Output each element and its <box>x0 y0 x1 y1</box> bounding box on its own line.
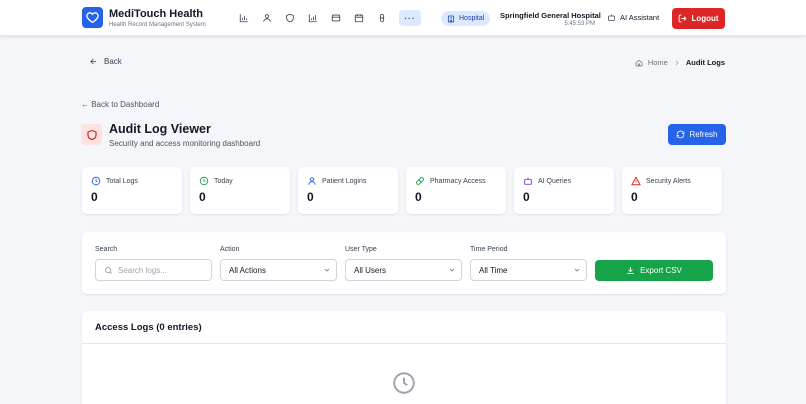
back-button[interactable]: Back <box>89 57 122 66</box>
stat-value: 0 <box>415 190 422 204</box>
chevron-down-icon <box>574 268 580 272</box>
stat-label: AI Queries <box>538 177 572 185</box>
logout-label: Logout <box>691 14 719 23</box>
stats-row: Total Logs 0 Today 0 Patient Logins 0 Ph… <box>82 167 722 214</box>
stat-card-patient-logins: Patient Logins 0 <box>298 167 398 214</box>
stat-label: Total Logs <box>106 177 138 185</box>
back-label: Back <box>104 57 122 66</box>
stat-card-today: Today 0 <box>190 167 290 214</box>
ai-assistant-button[interactable]: AI Assistant <box>607 13 659 22</box>
time-period-select[interactable]: All Time <box>470 259 587 281</box>
home-icon <box>635 59 643 66</box>
chevron-down-icon <box>449 268 455 272</box>
search-label: Search <box>95 246 118 253</box>
stat-card-total-logs: Total Logs 0 <box>82 167 182 214</box>
stat-value: 0 <box>523 190 530 204</box>
search-input[interactable]: Search logs... <box>95 259 212 281</box>
clock-icon <box>91 176 101 186</box>
action-label: Action <box>220 246 240 253</box>
divider <box>82 343 726 344</box>
warning-icon <box>631 176 641 186</box>
nav-icon-group: ··· <box>236 10 421 26</box>
page-subtitle: Security and access monitoring dashboard <box>109 139 261 148</box>
search-placeholder: Search logs... <box>118 265 167 275</box>
calendar-icon[interactable] <box>351 10 367 26</box>
bar-chart-icon[interactable] <box>236 10 252 26</box>
arrow-left-icon <box>90 58 97 65</box>
action-value: All Actions <box>229 265 266 275</box>
user-type-select[interactable]: All Users <box>345 259 462 281</box>
refresh-button[interactable]: Refresh <box>668 124 726 145</box>
clock-icon <box>393 372 415 394</box>
bot-icon <box>524 177 532 185</box>
hospital-badge: Hospital <box>441 11 491 26</box>
stat-value: 0 <box>631 190 638 204</box>
app-subtitle: Health Record Management System <box>109 22 206 28</box>
hospital-name: Springfield General Hospital <box>500 11 601 20</box>
time-period-value: All Time <box>479 265 508 275</box>
chevron-right-icon <box>675 60 679 65</box>
breadcrumb: Home Audit Logs <box>635 58 725 67</box>
breadcrumb-home[interactable]: Home <box>648 58 668 67</box>
more-nav-button[interactable]: ··· <box>399 10 421 26</box>
current-time: 5:45:53 PM <box>564 21 595 27</box>
stat-card-pharmacy-access: Pharmacy Access 0 <box>406 167 506 214</box>
back-to-dashboard-link[interactable]: ← Back to Dashboard <box>81 100 159 109</box>
credit-card-icon[interactable] <box>328 10 344 26</box>
user-icon[interactable] <box>259 10 275 26</box>
stat-card-ai-queries: AI Queries 0 <box>514 167 614 214</box>
access-logs-title: Access Logs (0 entries) <box>95 322 202 333</box>
stat-value: 0 <box>199 190 206 204</box>
top-nav-bar: MediTouch Health Health Record Managemen… <box>0 0 806 36</box>
bot-icon <box>608 14 615 21</box>
stat-label: Patient Logins <box>322 177 367 185</box>
user-type-value: All Users <box>354 265 387 275</box>
breadcrumb-current: Audit Logs <box>685 58 725 67</box>
bar-chart-icon[interactable] <box>305 10 321 26</box>
shield-icon[interactable] <box>282 10 298 26</box>
clock-icon <box>199 176 209 186</box>
access-logs-panel: Access Logs (0 entries) <box>82 311 726 404</box>
stat-card-security-alerts: Security Alerts 0 <box>622 167 722 214</box>
hospital-badge-label: Hospital <box>459 15 485 22</box>
filter-panel: Search Search logs... Action All Actions… <box>82 232 726 294</box>
refresh-icon <box>677 130 685 139</box>
page-title: Audit Log Viewer <box>109 122 211 136</box>
download-icon <box>627 267 634 274</box>
user-icon <box>308 177 316 185</box>
chevron-down-icon <box>324 268 330 272</box>
refresh-label: Refresh <box>689 130 718 139</box>
shield-icon <box>81 124 102 145</box>
stat-label: Pharmacy Access <box>430 177 486 185</box>
pill-icon <box>416 177 424 185</box>
stat-label: Today <box>214 177 233 185</box>
building-icon <box>447 15 455 22</box>
search-icon <box>105 266 112 274</box>
action-select[interactable]: All Actions <box>220 259 337 281</box>
export-csv-button[interactable]: Export CSV <box>595 260 713 281</box>
pill-icon[interactable] <box>374 10 390 26</box>
app-title: MediTouch Health <box>109 8 203 20</box>
stat-value: 0 <box>307 190 314 204</box>
export-csv-label: Export CSV <box>640 266 682 275</box>
logout-icon <box>679 14 687 23</box>
stat-label: Security Alerts <box>646 177 691 185</box>
user-type-label: User Type <box>345 246 377 253</box>
ai-assistant-label: AI Assistant <box>620 13 660 22</box>
heart-logo-icon[interactable] <box>82 7 103 28</box>
logout-button[interactable]: Logout <box>672 8 725 29</box>
stat-value: 0 <box>91 190 98 204</box>
time-period-label: Time Period <box>470 246 508 253</box>
